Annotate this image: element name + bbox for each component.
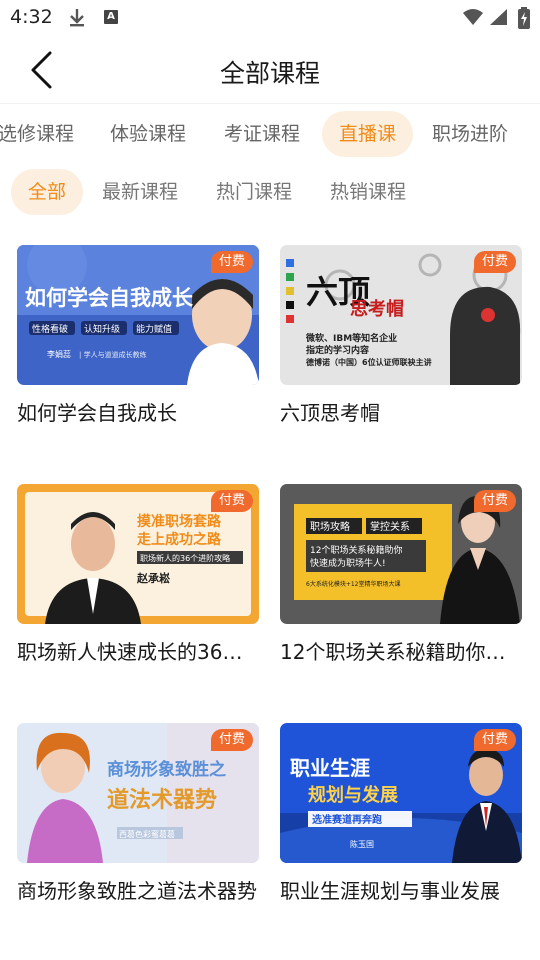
thumb-headline: 如何学会自我成长 — [25, 286, 194, 310]
thumb-line: 微软、IBM等知名企业 — [305, 332, 397, 344]
tab-live[interactable]: 直播课 — [322, 111, 414, 157]
paid-badge: 付费 — [210, 729, 253, 751]
course-title: 职业生涯规划与事业发展 — [280, 879, 500, 903]
paid-badge: 付费 — [210, 490, 253, 512]
thumb-headline: 商场形象致胜之 — [107, 759, 226, 780]
course-title: 职场新人快速成长的36个进阶攻略 — [17, 640, 259, 664]
course-title: 商场形象致胜之道法术器势 — [17, 879, 257, 903]
course-thumbnail: 六顶 思考帽 微软、IBM等知名企业 指定的学习内容 德博诺（中国）6位认证师联… — [280, 245, 522, 385]
thumb-tag: 掌控关系 — [370, 520, 410, 533]
app-header: 全部课程 — [0, 36, 540, 104]
tab-career[interactable]: 职场进阶 — [432, 111, 508, 157]
category-tabs: 选修课程 体验课程 考证课程 直播课 职场进阶 — [0, 110, 540, 158]
thumb-headline: 思考帽 — [350, 298, 404, 320]
tab-elective[interactable]: 选修课程 — [0, 111, 74, 157]
course-title: 12个职场关系秘籍助你快速成为职场牛人 — [280, 640, 522, 664]
filter-bestselling[interactable]: 热销课程 — [330, 169, 406, 215]
wifi-icon — [462, 8, 484, 30]
course-title: 如何学会自我成长 — [17, 401, 177, 425]
thumb-line: 德博诺（中国）6位认证师联袂主讲 — [306, 357, 432, 367]
thumb-caption: 李娟蕊 — [47, 349, 71, 359]
download-icon — [68, 8, 86, 32]
thumb-chip: 认知升级 — [84, 323, 120, 335]
thumb-headline: 走上成功之路 — [137, 531, 222, 548]
filter-all[interactable]: 全部 — [11, 169, 84, 215]
course-thumbnail: 职场攻略 掌控关系 12个职场关系秘籍助你 快速成为职场牛人! 6大系统化模块+… — [280, 484, 522, 624]
signal-icon — [488, 8, 508, 30]
paid-badge: 付费 — [473, 490, 516, 512]
thumb-caption: 西葛色彩蜜葛葛 — [119, 829, 175, 839]
thumb-line: 指定的学习内容 — [306, 344, 369, 356]
course-title: 六顶思考帽 — [280, 401, 380, 425]
status-bar: 4:32 A — [0, 0, 540, 36]
thumb-name: 陈玉国 — [350, 839, 374, 849]
thumb-tag: 职场攻略 — [310, 520, 350, 533]
thumb-line: 12个职场关系秘籍助你 — [310, 544, 402, 556]
thumb-sub: 职场新人的36个进阶攻略 — [140, 553, 230, 563]
thumb-line: 快速成为职场牛人! — [310, 557, 386, 569]
paid-badge: 付费 — [210, 251, 253, 273]
thumb-headline: 道法术器势 — [107, 787, 217, 813]
paid-badge: 付费 — [473, 729, 516, 751]
tab-certification[interactable]: 考证课程 — [224, 111, 300, 157]
course-thumbnail: 职业生涯 规划与发展 选准赛道再奔跑 陈玉国 付费 — [280, 723, 522, 863]
status-time: 4:32 — [10, 6, 53, 28]
page-title: 全部课程 — [219, 59, 320, 88]
thumb-caption: | 学人与道道成长教练 — [79, 350, 147, 359]
thumb-foot: 6大系统化模块+12堂精华职场大课 — [306, 580, 400, 588]
filter-newest[interactable]: 最新课程 — [102, 169, 178, 215]
thumb-headline: 职业生涯 — [290, 756, 370, 780]
filter-tabs: 全部 最新课程 热门课程 热销课程 — [0, 168, 540, 216]
thumb-name: 赵承崧 — [136, 571, 170, 585]
tab-trial[interactable]: 体验课程 — [110, 111, 186, 157]
thumb-headline: 规划与发展 — [308, 784, 399, 806]
course-thumbnail: 商场形象致胜之 道法术器势 西葛色彩蜜葛葛 付费 — [17, 723, 259, 863]
font-a-icon: A — [104, 10, 118, 24]
filter-popular[interactable]: 热门课程 — [216, 169, 292, 215]
battery-icon — [518, 7, 530, 33]
thumb-tag: 选准赛道再奔跑 — [312, 813, 382, 826]
course-thumbnail: 如何学会自我成长 性格看破 认知升级 能力赋值 李娟蕊 | 学人与道道成长教练 … — [17, 245, 259, 385]
thumb-headline: 摸准职场套路 — [137, 513, 222, 530]
thumb-chip: 能力赋值 — [136, 323, 172, 335]
course-thumbnail: 摸准职场套路 走上成功之路 职场新人的36个进阶攻略 赵承崧 付费 — [17, 484, 259, 624]
thumb-chip: 性格看破 — [32, 323, 68, 335]
paid-badge: 付费 — [473, 251, 516, 273]
